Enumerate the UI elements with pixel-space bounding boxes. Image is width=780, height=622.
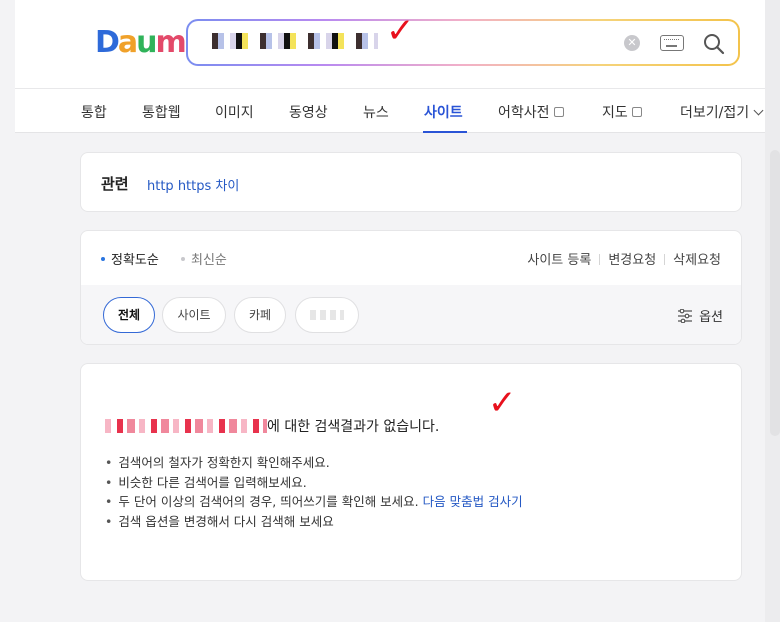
logo-letter-d: D	[95, 25, 120, 60]
tab-map[interactable]: 지도	[602, 102, 642, 122]
search-results-page: Daum ████████████████ ✕ ✓ 통합 통합웹 이미지 동영상…	[0, 0, 765, 622]
change-request-link[interactable]: 변경요청	[608, 253, 656, 268]
chip-all[interactable]: 전체	[103, 297, 155, 333]
logo-letter-u: u	[136, 25, 157, 60]
divider	[599, 254, 601, 265]
tab-map-label: 지도	[602, 105, 628, 121]
sort-latest[interactable]: 최신순	[181, 249, 227, 268]
clear-icon[interactable]: ✕	[624, 35, 640, 51]
search-box[interactable]: ████████████████ ✕	[186, 19, 740, 66]
tip-item: 검색 옵션을 변경해서 다시 검색해 보세요	[105, 512, 523, 532]
tip-item: 두 단어 이상의 검색어의 경우, 띄어쓰기를 확인해 보세요. 다음 맞춤법 …	[105, 492, 523, 512]
scrollbar-thumb[interactable]	[770, 150, 780, 436]
related-title: 관련	[101, 175, 129, 193]
tab-site[interactable]: 사이트	[424, 102, 463, 122]
search-input[interactable]: ████████████████	[206, 33, 378, 49]
chip-cafe[interactable]: 카페	[234, 297, 286, 333]
active-dot-icon	[101, 257, 105, 261]
search-icon[interactable]	[702, 32, 726, 56]
logo-letter-a: a	[117, 25, 138, 60]
no-result-message: ████████████에 대한 검색결과가 없습니다.	[105, 416, 439, 436]
chevron-down-icon	[753, 105, 764, 116]
tab-image[interactable]: 이미지	[215, 102, 254, 122]
delete-request-link[interactable]: 삭제요청	[673, 253, 721, 268]
search-tips: 검색어의 철자가 정확한지 확인해주세요. 비슷한 다른 검색어를 입력해보세요…	[105, 453, 523, 532]
result-query: ████████████	[105, 419, 267, 433]
tab-dictionary-label: 어학사전	[498, 105, 550, 121]
tab-news[interactable]: 뉴스	[363, 102, 389, 122]
filter-panel: 정확도순 최신순 사이트 등록 변경요청 삭제요청 전체 사이트 카페 ███	[80, 230, 742, 345]
tip-text: 두 단어 이상의 검색어의 경우, 띄어쓰기를 확인해 보세요.	[118, 494, 419, 509]
site-register-link[interactable]: 사이트 등록	[527, 253, 591, 268]
options-button[interactable]: 옵션	[677, 306, 723, 325]
red-check-mark: ✓	[386, 11, 415, 51]
chip-blurred[interactable]: ███	[295, 297, 359, 333]
sort-latest-label: 최신순	[191, 253, 227, 268]
divider	[664, 254, 666, 265]
tip-item: 비슷한 다른 검색어를 입력해보세요.	[105, 473, 523, 493]
keyboard-icon[interactable]	[660, 35, 684, 51]
chip-blurred-label: ███	[310, 310, 344, 320]
sort-accuracy[interactable]: 정확도순	[101, 249, 159, 268]
tab-web[interactable]: 통합웹	[142, 102, 181, 122]
tab-video[interactable]: 동영상	[289, 102, 328, 122]
external-link-icon	[631, 107, 642, 117]
site-request-links: 사이트 등록 변경요청 삭제요청	[527, 249, 721, 268]
related-searches: 관련 http https 차이	[80, 152, 742, 212]
tab-more[interactable]: 더보기/접기	[680, 102, 764, 122]
tip-item: 검색어의 철자가 정확한지 확인해주세요.	[105, 453, 523, 473]
daum-logo[interactable]: Daum	[95, 25, 187, 61]
spellcheck-link[interactable]: 다음 맞춤법 검사기	[423, 494, 523, 509]
search-tabs: 통합 통합웹 이미지 동영상 뉴스 사이트 어학사전 지도 더보기/접기	[15, 88, 765, 133]
related-link[interactable]: http https 차이	[147, 175, 239, 194]
chip-site[interactable]: 사이트	[162, 297, 226, 333]
logo-letter-m: m	[155, 25, 187, 60]
options-label: 옵션	[699, 310, 723, 325]
sort-accuracy-label: 정확도순	[111, 253, 159, 268]
external-link-icon	[553, 107, 564, 117]
no-result-text: 에 대한 검색결과가 없습니다.	[267, 419, 440, 435]
inactive-dot-icon	[181, 257, 185, 261]
tab-more-label: 더보기/접기	[680, 105, 750, 121]
no-result-card: ████████████에 대한 검색결과가 없습니다. 검색어의 철자가 정확…	[80, 363, 742, 581]
active-tab-indicator	[423, 131, 467, 133]
red-check-mark: ✓	[488, 383, 517, 423]
tab-total[interactable]: 통합	[81, 102, 107, 122]
sliders-icon	[678, 309, 693, 323]
tab-dictionary[interactable]: 어학사전	[498, 102, 564, 122]
filter-chip-bar: 전체 사이트 카페 ███ 옵션	[81, 285, 741, 344]
